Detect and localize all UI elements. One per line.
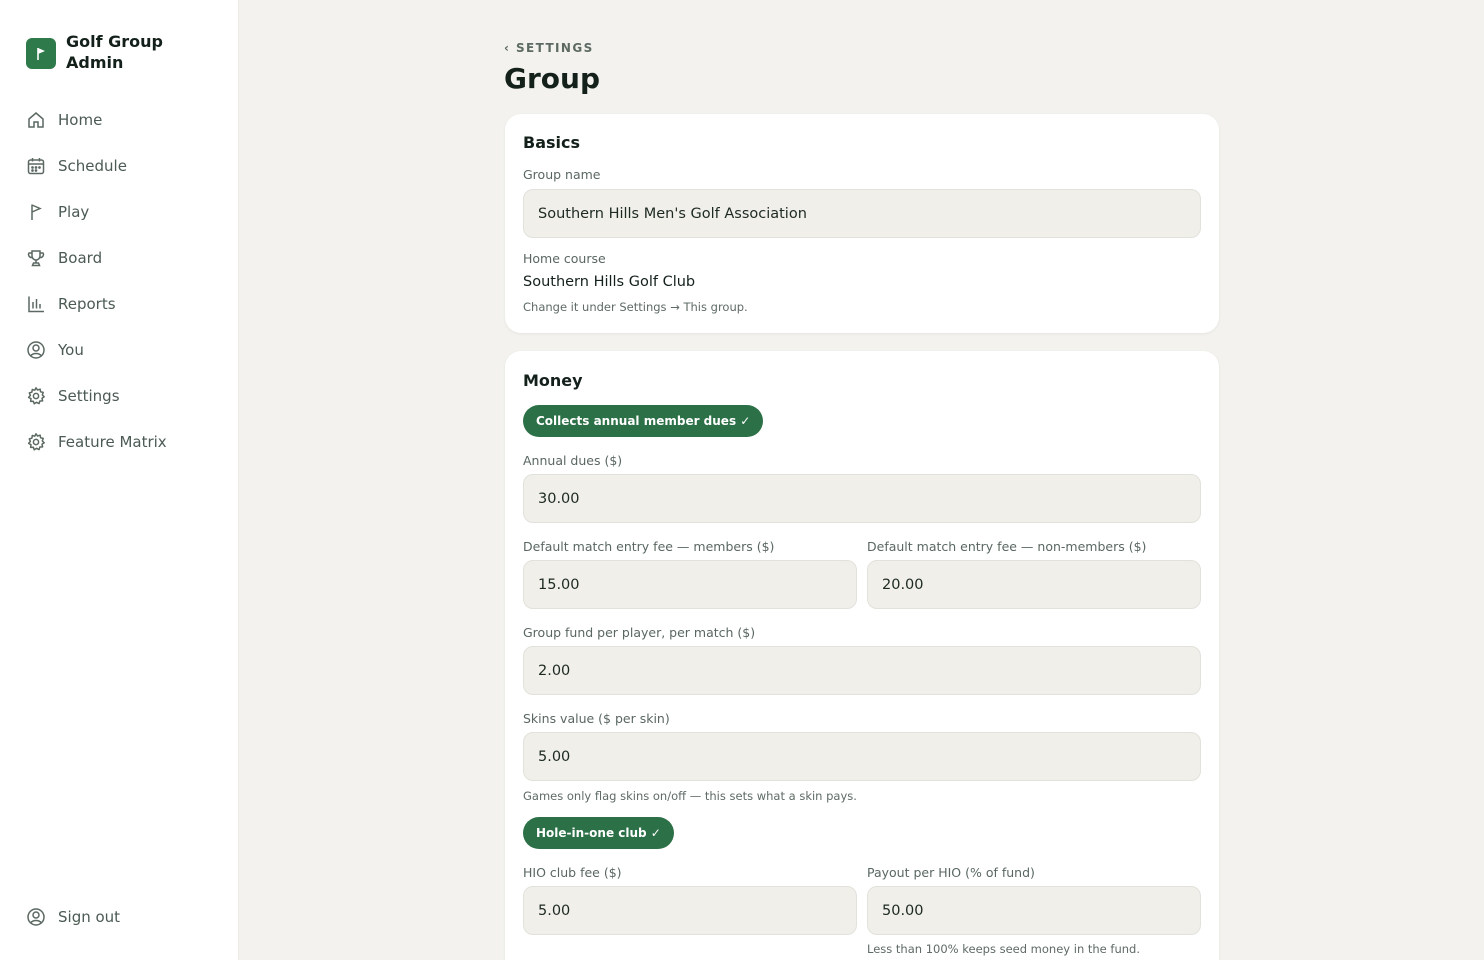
brand: Golf Group Admin xyxy=(26,31,186,73)
hio-fee-input[interactable]: 5.00 xyxy=(523,886,857,935)
sidebar-nav: Home Schedule Play Board Reports You Set… xyxy=(26,97,167,465)
sidebar-item-reports[interactable]: Reports xyxy=(26,281,167,327)
user-circle-icon xyxy=(26,907,46,927)
group-fund-label: Group fund per player, per match ($) xyxy=(523,625,756,640)
sidebar-item-label: Settings xyxy=(58,387,120,405)
back-to-settings-link[interactable]: ‹ SETTINGS xyxy=(504,41,594,55)
trophy-icon xyxy=(26,248,46,268)
back-label: SETTINGS xyxy=(515,41,594,55)
sign-out-button[interactable]: Sign out xyxy=(26,894,120,940)
sidebar-item-you[interactable]: You xyxy=(26,327,167,373)
group-name-input[interactable]: Southern Hills Men's Golf Association xyxy=(523,189,1201,238)
money-title: Money xyxy=(523,371,583,390)
sidebar-item-label: Feature Matrix xyxy=(58,433,167,451)
skins-value-label: Skins value ($ per skin) xyxy=(523,711,670,726)
hio-fee-label: HIO club fee ($) xyxy=(523,865,622,880)
skins-value-input[interactable]: 5.00 xyxy=(523,732,1201,781)
money-card: Money Collects annual member dues ✓ Annu… xyxy=(505,351,1219,960)
chevron-left-icon: ‹ xyxy=(504,41,511,55)
annual-dues-label: Annual dues ($) xyxy=(523,453,623,468)
sidebar-item-board[interactable]: Board xyxy=(26,235,167,281)
user-circle-icon xyxy=(26,340,46,360)
sidebar-item-feature-matrix[interactable]: Feature Matrix xyxy=(26,419,167,465)
entry-fee-members-label: Default match entry fee — members ($) xyxy=(523,539,775,554)
home-course-value: Southern Hills Golf Club xyxy=(523,274,696,290)
sidebar-item-label: Board xyxy=(58,249,103,267)
group-name-label: Group name xyxy=(523,167,601,182)
sidebar-item-home[interactable]: Home xyxy=(26,97,167,143)
hio-payout-hint: Less than 100% keeps seed money in the f… xyxy=(867,942,1140,956)
basics-title: Basics xyxy=(523,133,581,152)
calendar-icon xyxy=(26,156,46,176)
basics-card: Basics Group name Southern Hills Men's G… xyxy=(505,114,1219,333)
sidebar-item-label: Reports xyxy=(58,295,116,313)
skins-hint: Games only flag skins on/off — this sets… xyxy=(523,789,857,803)
hio-payout-label: Payout per HIO (% of fund) xyxy=(867,865,1035,880)
sidebar: Golf Group Admin Home Schedule Play Boar… xyxy=(0,0,239,960)
app-title: Golf Group Admin xyxy=(66,32,163,72)
group-fund-input[interactable]: 2.00 xyxy=(523,646,1201,695)
sidebar-item-label: Home xyxy=(58,111,103,129)
entry-fee-members-input[interactable]: 15.00 xyxy=(523,560,857,609)
home-course-label: Home course xyxy=(523,251,606,266)
home-icon xyxy=(26,110,46,130)
collects-dues-toggle[interactable]: Collects annual member dues ✓ xyxy=(523,405,764,437)
sidebar-item-settings[interactable]: Settings xyxy=(26,373,167,419)
sidebar-item-label: Play xyxy=(58,203,90,221)
bar-chart-icon xyxy=(26,294,46,314)
gear-icon xyxy=(26,386,46,406)
hio-payout-input[interactable]: 50.00 xyxy=(867,886,1201,935)
home-course-hint: Change it under Settings → This group. xyxy=(523,300,748,314)
sidebar-item-label: Schedule xyxy=(58,157,127,175)
gear-icon xyxy=(26,432,46,452)
page-title: Group xyxy=(504,62,601,95)
sidebar-item-schedule[interactable]: Schedule xyxy=(26,143,167,189)
flag-icon xyxy=(26,202,46,222)
sidebar-item-label: You xyxy=(58,341,84,359)
annual-dues-input[interactable]: 30.00 xyxy=(523,474,1201,523)
flag-logo-icon xyxy=(26,38,56,69)
entry-fee-nonmembers-input[interactable]: 20.00 xyxy=(867,560,1201,609)
sign-out-label: Sign out xyxy=(58,908,121,926)
hole-in-one-club-toggle[interactable]: Hole-in-one club ✓ xyxy=(523,817,674,849)
sidebar-item-play[interactable]: Play xyxy=(26,189,167,235)
entry-fee-nonmembers-label: Default match entry fee — non-members ($… xyxy=(867,539,1147,554)
